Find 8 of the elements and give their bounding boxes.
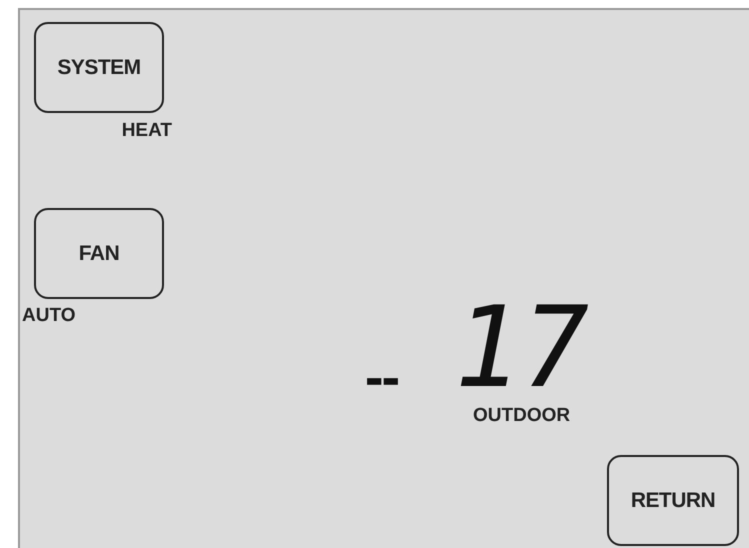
- return-button[interactable]: RETURN: [607, 455, 739, 546]
- system-button[interactable]: SYSTEM: [34, 22, 164, 113]
- readout-dashes: --: [364, 349, 398, 405]
- temperature-reading: 17: [454, 300, 589, 396]
- outdoor-label: OUTDOOR: [473, 406, 570, 425]
- system-mode: HEAT: [122, 121, 172, 140]
- fan-mode: AUTO: [22, 306, 76, 325]
- fan-button[interactable]: FAN: [34, 208, 164, 299]
